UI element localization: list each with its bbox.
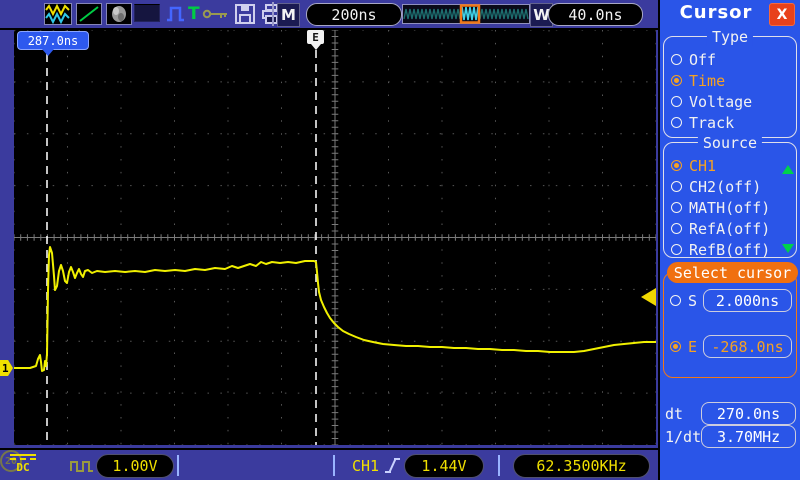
radio-icon: [671, 117, 682, 128]
type-option-track[interactable]: Track: [671, 112, 792, 133]
channel-waves-glyph: [45, 4, 71, 24]
statusbar-separator: [333, 455, 335, 476]
option-label: RefA(off): [689, 220, 770, 238]
square-wave-glyph: [70, 458, 94, 474]
option-label: Time: [689, 72, 725, 90]
toolbar-separator: [272, 2, 274, 26]
scroll-down-icon[interactable]: [782, 244, 794, 253]
cursor-e-row: E -268.0ns: [670, 335, 792, 358]
radio-icon: [671, 160, 682, 171]
radio-icon: [670, 341, 681, 352]
radio-icon: [671, 181, 682, 192]
dt-label: dt: [665, 405, 683, 423]
source-option-refb[interactable]: RefB(off): [671, 239, 792, 260]
oscilloscope-screen: T M 200ns: [0, 0, 800, 480]
statusbar-separator: [498, 455, 500, 476]
cursor-s-row: S 2.000ns: [670, 289, 792, 312]
radio-icon: [671, 223, 682, 234]
record-position-strip: [402, 4, 530, 24]
cursor-e-label: E: [688, 338, 697, 356]
pulse-glyph: [166, 3, 186, 25]
graticule-area: [14, 30, 656, 445]
radio-icon: [671, 244, 682, 255]
cursor-s-radio[interactable]: S: [670, 290, 697, 311]
type-option-off[interactable]: Off: [671, 49, 792, 70]
option-label: Track: [689, 114, 734, 132]
hardcopy-preview-icon[interactable]: [106, 3, 132, 25]
cursor-e-value[interactable]: -268.0ns: [703, 335, 792, 358]
trigger-source-label: CH1: [352, 457, 379, 475]
cursor-s-balloon: 287.0ns: [17, 31, 89, 50]
ch1-scale-readout: 1.00V: [96, 454, 174, 478]
option-label: Off: [689, 51, 716, 69]
source-group: Source CH1 CH2(off) MATH(off) RefA(off): [663, 142, 797, 258]
rising-edge-icon: [384, 456, 402, 480]
square-wave-icon: [70, 458, 94, 478]
cursor-e-radio[interactable]: E: [670, 336, 697, 357]
dt-value: 270.0ns: [701, 402, 796, 425]
radio-icon: [671, 202, 682, 213]
ch1-ground-marker[interactable]: 1: [0, 360, 13, 376]
cursor-s-label: S: [688, 292, 697, 310]
type-option-time[interactable]: Time: [671, 70, 792, 91]
key-lock-glyph: [202, 3, 230, 25]
window-timebase-readout: 40.0ns: [548, 3, 643, 26]
radio-icon: [671, 75, 682, 86]
close-button[interactable]: X: [769, 3, 795, 26]
save-floppy-glyph: [234, 3, 256, 25]
pulse-icon[interactable]: [166, 3, 186, 25]
main-timebase-readout: 200ns: [306, 3, 402, 26]
inv-dt-value: 3.70MHz: [701, 425, 796, 448]
dc-coupling-icon: DC: [10, 454, 36, 474]
waveform-display: [14, 30, 656, 445]
trigger-t-icon[interactable]: T: [188, 3, 200, 25]
select-cursor-button[interactable]: Select cursor: [667, 262, 798, 283]
select-cursor-group: Select cursor S 2.000ns E -268.0ns: [663, 272, 797, 378]
radio-icon: [670, 295, 681, 306]
rising-edge-glyph: [384, 456, 402, 476]
source-option-ch2[interactable]: CH2(off): [671, 176, 792, 197]
option-label: MATH(off): [689, 199, 770, 217]
key-lock-icon[interactable]: [202, 3, 230, 25]
type-group: Type Off Time Voltage Track: [663, 36, 797, 138]
status-bar: DC 20 1.00V CH1 1.44V 62.3500KHz: [0, 448, 658, 480]
option-label: CH2(off): [689, 178, 761, 196]
cursor-menu-panel: Cursor X Type Off Time Voltage: [658, 0, 800, 480]
cursor-s-value[interactable]: 2.000ns: [703, 289, 792, 312]
cursor-e-flag-pointer: [311, 44, 321, 50]
display-field: [134, 4, 160, 22]
trigger-level-readout: 1.44V: [404, 454, 484, 478]
top-toolbar: T M 200ns: [0, 0, 658, 30]
counter-frequency-readout: 62.3500KHz: [513, 454, 650, 478]
measure-line-glyph: [77, 4, 101, 24]
radio-icon: [671, 96, 682, 107]
statusbar-separator: [177, 455, 179, 476]
radio-icon: [671, 54, 682, 65]
main-timebase-label: M: [277, 3, 300, 27]
inv-dt-label: 1/dt: [665, 428, 701, 446]
dt-row: dt 270.0ns: [665, 402, 796, 425]
source-option-math[interactable]: MATH(off): [671, 197, 792, 218]
source-group-title: Source: [698, 134, 762, 152]
panel-title: Cursor: [660, 2, 772, 23]
scroll-up-icon[interactable]: [782, 165, 794, 174]
type-option-voltage[interactable]: Voltage: [671, 91, 792, 112]
inv-dt-row: 1/dt 3.70MHz: [665, 425, 796, 448]
save-floppy-icon[interactable]: [234, 3, 256, 25]
option-label: RefB(off): [689, 241, 770, 259]
option-label: CH1: [689, 157, 716, 175]
cursor-e-flag[interactable]: E: [307, 30, 324, 44]
coupling-label: DC: [10, 461, 36, 474]
cursor-s-balloon-pointer: [42, 49, 54, 56]
channel-waves-icon[interactable]: [44, 3, 72, 25]
hardcopy-preview-glyph: [107, 4, 131, 24]
type-group-title: Type: [707, 28, 753, 46]
source-option-refa[interactable]: RefA(off): [671, 218, 792, 239]
option-label: Voltage: [689, 93, 752, 111]
source-option-ch1[interactable]: CH1: [671, 155, 792, 176]
measure-line-icon[interactable]: [76, 3, 102, 25]
